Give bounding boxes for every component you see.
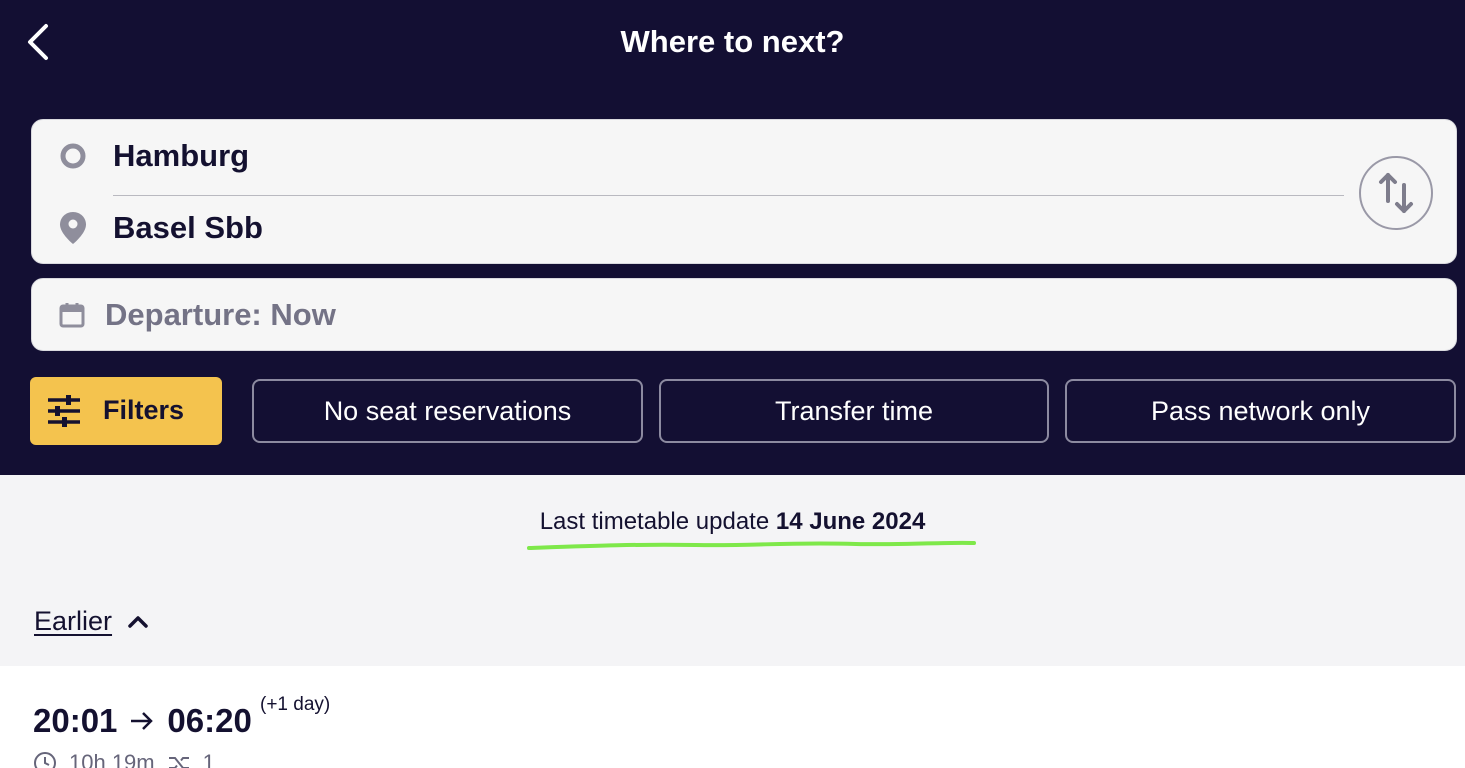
circle-origin-icon [58,141,88,171]
earlier-label: Earlier [34,606,113,636]
destination-value: Basel Sbb [113,210,263,245]
sliders-icon [48,395,80,427]
trip-transfers: 1 [202,750,215,768]
departure-label: Departure: Now [105,297,336,332]
arrive-time: 06:20 [167,702,252,739]
transfer-icon [168,757,189,768]
swap-button[interactable] [1359,156,1433,230]
chevron-up-icon [128,615,148,628]
trip-times: 20:01 06:20 [33,702,252,740]
trip-duration: 10h 19m [69,750,155,768]
highlight-underline [527,540,976,550]
departure-date-field[interactable]: Departure: Now [31,278,1457,351]
depart-time: 20:01 [33,702,118,739]
timetable-update-notice: Last timetable update 14 June 2024 [0,508,1465,536]
chip-pass-network-only[interactable]: Pass network only [1065,379,1456,443]
page-title: Where to next? [620,24,845,59]
earlier-button[interactable]: Earlier [34,606,150,637]
swap-vertical-icon [1379,173,1413,213]
filters-label: Filters [103,395,185,425]
header-panel: Where to next? Hamburg Basel Sbb Departu… [0,0,1465,475]
map-pin-icon [58,212,88,244]
route-card: Hamburg Basel Sbb [31,119,1457,264]
timetable-update-date: 14 June 2024 [775,508,926,535]
trip-result-card[interactable]: 20:01 06:20 (+1 day) 10h 19m 1 [0,666,1465,768]
origin-field[interactable]: Hamburg [32,124,1352,188]
chip-no-seat-reservations[interactable]: No seat reservations [252,379,643,443]
origin-value: Hamburg [113,138,250,173]
trip-meta: 10h 19m 1 [33,750,215,768]
next-day-indicator: (+1 day) [260,694,331,715]
arrow-right-icon [131,712,154,730]
chip-transfer-time[interactable]: Transfer time [659,379,1049,443]
timetable-update-prefix: Last timetable update [539,508,770,535]
filters-button[interactable]: Filters [30,377,222,445]
clock-icon [34,752,56,768]
destination-field[interactable]: Basel Sbb [32,196,1352,260]
calendar-icon [59,303,85,328]
